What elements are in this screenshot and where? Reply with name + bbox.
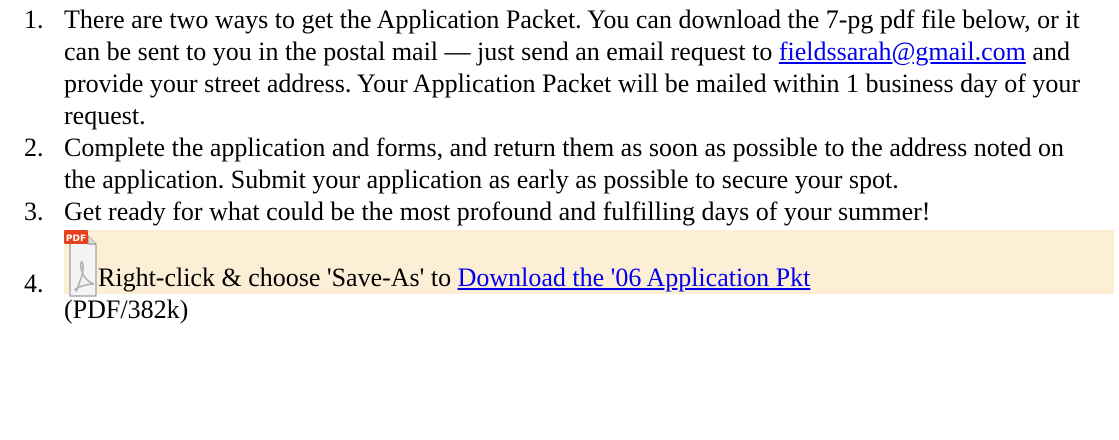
step-2-text: Complete the application and forms, and …	[64, 133, 1065, 194]
list-item-step-2: 2. Complete the application and forms, a…	[0, 132, 1119, 196]
step-number: 4.	[24, 269, 44, 298]
list-item-step-3: 3. Get ready for what could be the most …	[0, 196, 1119, 228]
step-number: 2.	[24, 133, 44, 162]
step-4-text-before: Right-click & choose 'Save-As' to	[98, 263, 458, 292]
email-link[interactable]: fieldssarah@gmail.com	[779, 37, 1026, 66]
step-number: 1.	[24, 5, 44, 34]
download-application-link[interactable]: Download the '06 Application Pkt	[458, 263, 811, 292]
download-highlight: 4. PDF Right-click & choose 'Save-As' to…	[24, 230, 1114, 298]
step-3-text: Get ready for what could be the most pro…	[64, 197, 931, 226]
list-item-step-4: 4. PDF Right-click & choose 'Save-As' to…	[0, 230, 1119, 326]
list-item-step-1: 1. There are two ways to get the Applica…	[0, 4, 1119, 132]
pdf-file-icon[interactable]: PDF	[64, 230, 97, 297]
pdf-badge-label: PDF	[66, 234, 86, 244]
step-number: 3.	[24, 197, 44, 226]
instructions-list: 1. There are two ways to get the Applica…	[0, 0, 1119, 326]
